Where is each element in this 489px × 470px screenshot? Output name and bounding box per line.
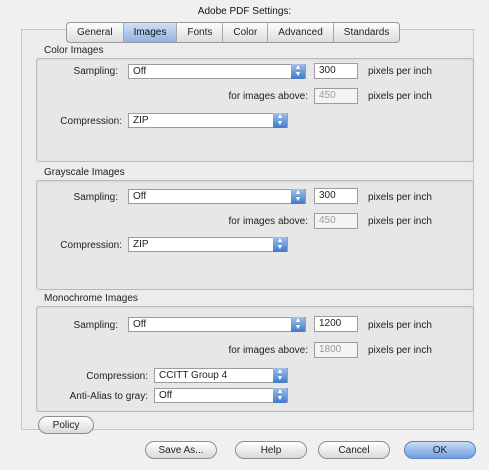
monochrome-sampling-popup[interactable]: Off ▲ ▼	[128, 317, 306, 332]
tab-general[interactable]: General	[67, 23, 124, 42]
cancel-button[interactable]: Cancel	[318, 441, 390, 459]
grayscale-sampling-value: Off	[133, 191, 147, 202]
monochrome-compression-value: CCITT Group 4	[159, 370, 228, 381]
color-sampling-value: Off	[133, 66, 147, 77]
grayscale-above-label: for images above:	[228, 216, 309, 227]
save-as-button[interactable]: Save As...	[145, 441, 217, 459]
grayscale-sampling-popup[interactable]: Off ▲ ▼	[128, 189, 306, 204]
popup-arrows-icon: ▲ ▼	[291, 317, 305, 332]
window-title: Adobe PDF Settings:	[197, 6, 292, 17]
grayscale-images-heading: Grayscale Images	[44, 167, 125, 178]
color-compression-label: Compression:	[60, 116, 122, 127]
grayscale-above-field[interactable]: 450	[314, 213, 358, 229]
monochrome-sampling-value: Off	[133, 319, 147, 330]
grayscale-ppi-unit: pixels per inch	[368, 192, 432, 203]
popup-arrows-icon: ▲ ▼	[291, 189, 305, 204]
monochrome-compression-label: Compression:	[86, 371, 148, 382]
grayscale-ppi-field[interactable]: 300	[314, 188, 358, 204]
color-above-unit: pixels per inch	[368, 91, 432, 102]
color-ppi-unit: pixels per inch	[368, 66, 432, 77]
tab-bar: General Images Fonts Color Advanced Stan…	[66, 22, 401, 43]
policy-button[interactable]: Policy	[38, 416, 94, 434]
popup-arrows-icon: ▲ ▼	[273, 113, 287, 128]
popup-arrows-icon: ▲ ▼	[273, 368, 287, 383]
tab-standards[interactable]: Standards	[334, 23, 400, 42]
color-compression-value: ZIP	[133, 115, 149, 126]
grayscale-sampling-label: Sampling:	[73, 192, 118, 203]
monochrome-ppi-unit: pixels per inch	[368, 320, 432, 331]
antialias-label: Anti-Alias to gray:	[69, 391, 148, 402]
grayscale-above-unit: pixels per inch	[368, 216, 432, 227]
tab-advanced[interactable]: Advanced	[268, 23, 334, 42]
grayscale-compression-label: Compression:	[60, 240, 122, 251]
antialias-popup[interactable]: Off ▲ ▼	[154, 388, 288, 403]
color-images-heading: Color Images	[44, 45, 104, 56]
monochrome-ppi-field[interactable]: 1200	[314, 316, 358, 332]
popup-arrows-icon: ▲ ▼	[273, 237, 287, 252]
monochrome-sampling-label: Sampling:	[73, 320, 118, 331]
help-button[interactable]: Help	[235, 441, 307, 459]
antialias-value: Off	[159, 390, 173, 401]
color-sampling-label: Sampling:	[73, 66, 118, 77]
color-sampling-popup[interactable]: Off ▲ ▼	[128, 64, 306, 79]
monochrome-above-unit: pixels per inch	[368, 345, 432, 356]
tab-images[interactable]: Images	[123, 23, 178, 42]
monochrome-above-field[interactable]: 1800	[314, 342, 358, 358]
monochrome-images-heading: Monochrome Images	[44, 293, 138, 304]
grayscale-compression-popup[interactable]: ZIP ▲ ▼	[128, 237, 288, 252]
monochrome-compression-popup[interactable]: CCITT Group 4 ▲ ▼	[154, 368, 288, 383]
color-ppi-field[interactable]: 300	[314, 63, 358, 79]
monochrome-above-label: for images above:	[228, 345, 309, 356]
tab-color[interactable]: Color	[223, 23, 269, 42]
ok-button[interactable]: OK	[404, 441, 476, 459]
tab-fonts[interactable]: Fonts	[177, 23, 224, 42]
color-above-label: for images above:	[228, 91, 309, 102]
color-compression-popup[interactable]: ZIP ▲ ▼	[128, 113, 288, 128]
popup-arrows-icon: ▲ ▼	[291, 64, 305, 79]
color-above-field[interactable]: 450	[314, 88, 358, 104]
popup-arrows-icon: ▲ ▼	[273, 388, 287, 403]
grayscale-compression-value: ZIP	[133, 239, 149, 250]
